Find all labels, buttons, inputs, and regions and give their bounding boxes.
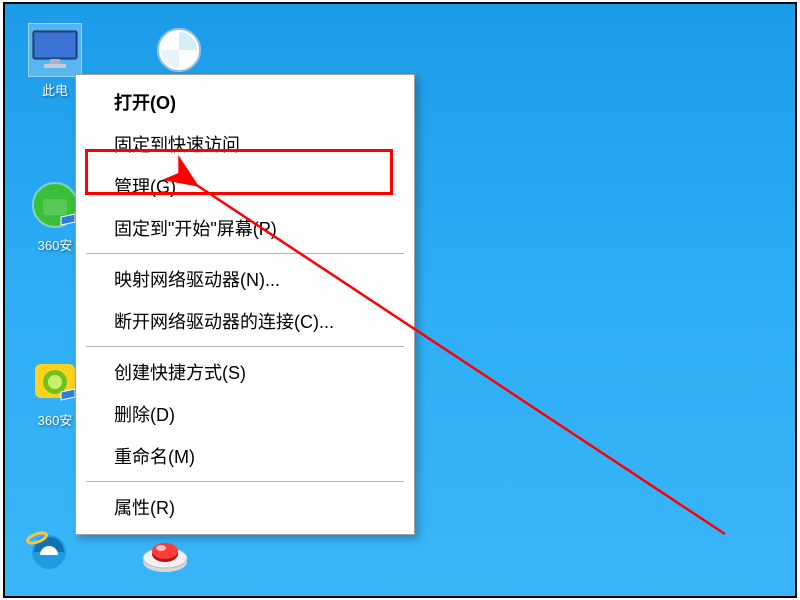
menu-manage[interactable]: 管理(G) (78, 165, 412, 207)
menu-separator (86, 481, 404, 482)
context-menu: 打开(O) 固定到快速访问 管理(G) 固定到"开始"屏幕(P) 映射网络驱动器… (75, 74, 415, 535)
menu-pin-quick-access[interactable]: 固定到快速访问 (78, 123, 412, 165)
menu-pin-start[interactable]: 固定到"开始"屏幕(P) (78, 207, 412, 249)
menu-open[interactable]: 打开(O) (78, 81, 412, 123)
menu-map-drive[interactable]: 映射网络驱动器(N)... (78, 258, 412, 300)
menu-create-shortcut[interactable]: 创建快捷方式(S) (78, 351, 412, 393)
menu-disconnect-drive[interactable]: 断开网络驱动器的连接(C)... (78, 300, 412, 342)
sogou-browser-icon[interactable] (141, 24, 217, 76)
menu-separator (86, 253, 404, 254)
menu-rename[interactable]: 重命名(M) (78, 435, 412, 477)
desktop[interactable]: 此电 360安 (5, 4, 795, 596)
sec-360-label: 360安 (38, 235, 73, 254)
menu-properties[interactable]: 属性(R) (78, 486, 412, 528)
internet-explorer-icon (23, 524, 75, 576)
shield-icon (29, 179, 81, 231)
this-pc-label: 此电 (42, 80, 68, 99)
ie-icon[interactable] (23, 524, 75, 576)
soft-360-label: 360安 (38, 410, 73, 429)
menu-separator (86, 346, 404, 347)
appstore-icon (29, 354, 81, 406)
menu-delete[interactable]: 删除(D) (78, 393, 412, 435)
browser-icon (153, 24, 205, 76)
monitor-icon (29, 24, 81, 76)
